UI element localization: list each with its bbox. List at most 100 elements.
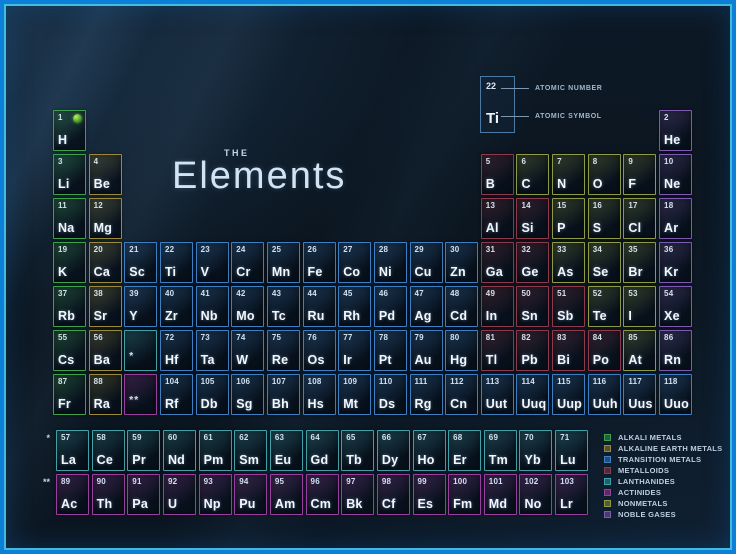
- element-symbol: Hg: [450, 353, 467, 367]
- element-cell-Sr: 38Sr: [89, 286, 122, 327]
- element-cell-Cr: 24Cr: [231, 242, 264, 283]
- atomic-number: 5: [486, 157, 491, 166]
- element-symbol: Na: [58, 221, 74, 235]
- element-cell-Ba: 56Ba: [89, 330, 122, 371]
- element-cell-Md: 101Md: [484, 474, 517, 515]
- legend-item-lanthanides: LANTHANIDES: [604, 476, 723, 487]
- hydrogen-logo-icon: [73, 114, 82, 123]
- atomic-number: 53: [628, 289, 637, 298]
- series-marker: *: [129, 351, 134, 362]
- element-symbol: Db: [201, 397, 218, 411]
- element-symbol: Cl: [628, 221, 641, 235]
- element-symbol: Pt: [379, 353, 392, 367]
- element-cell-Fe: 26Fe: [303, 242, 336, 283]
- element-symbol: Mo: [236, 309, 254, 323]
- element-cell-Rf: 104Rf: [160, 374, 193, 415]
- atomic-number: 14: [521, 201, 530, 210]
- atomic-number: 58: [97, 433, 106, 442]
- element-cell-Ru: 44Ru: [303, 286, 336, 327]
- element-symbol: As: [557, 265, 573, 279]
- element-cell-Ar: 18Ar: [659, 198, 692, 239]
- element-cell-Ag: 47 Ag: [410, 286, 443, 327]
- atomic-number: 98: [382, 477, 391, 486]
- atomic-number: 108: [308, 377, 322, 386]
- element-symbol: Ta: [201, 353, 215, 367]
- element-cell-Uuh: 116Uuh: [588, 374, 621, 415]
- atomic-number: 44: [308, 289, 317, 298]
- element-cell-Sc: 21Sc: [124, 242, 157, 283]
- element-cell-Ga: 31Ga: [481, 242, 514, 283]
- element-cell-Li: 3Li: [53, 154, 86, 195]
- atomic-number: 63: [275, 433, 284, 442]
- atomic-number: 23: [201, 245, 210, 254]
- atomic-number: 70: [524, 433, 533, 442]
- atomic-number: 78: [379, 333, 388, 342]
- element-cell-C: 6C: [516, 154, 549, 195]
- atomic-number: 7: [557, 157, 562, 166]
- atomic-number: 20: [94, 245, 103, 254]
- element-symbol: Bi: [557, 353, 570, 367]
- element-symbol: Sr: [94, 309, 108, 323]
- atomic-number: 114: [521, 377, 535, 386]
- atomic-number: 48: [450, 289, 459, 298]
- element-symbol: B: [486, 177, 495, 191]
- element-symbol: Pd: [379, 309, 395, 323]
- atomic-number: 113: [486, 377, 500, 386]
- element-cell-Br: 35Br: [623, 242, 656, 283]
- atomic-number: 102: [524, 477, 538, 486]
- element-cell-He: 2He: [659, 110, 692, 151]
- atomic-number: 77: [343, 333, 352, 342]
- element-symbol: Ir: [343, 353, 352, 367]
- element-cell-In: 49In: [481, 286, 514, 327]
- atomic-number: 27: [343, 245, 352, 254]
- element-cell-Al: 13Al: [481, 198, 514, 239]
- element-symbol: Ag: [415, 309, 432, 323]
- element-cell-Pr: 59Pr: [127, 430, 160, 471]
- element-symbol: Tl: [486, 353, 498, 367]
- element-symbol: Ho: [418, 453, 435, 467]
- element-symbol: Yb: [524, 453, 540, 467]
- element-cell-Uup: 115Uup: [552, 374, 585, 415]
- element-symbol: Rh: [343, 309, 360, 323]
- element-symbol: Se: [593, 265, 609, 279]
- element-cell-Uut: 113Uut: [481, 374, 514, 415]
- element-symbol: Li: [58, 177, 70, 191]
- atomic-number: 16: [593, 201, 602, 210]
- element-cell-La: 57La: [56, 430, 89, 471]
- element-cell-Ra: 88Ra: [89, 374, 122, 415]
- atomic-number: 11: [58, 201, 67, 210]
- atomic-number: 68: [453, 433, 462, 442]
- element-cell-Hg: 80Hg: [445, 330, 478, 371]
- atomic-number: 87: [58, 377, 67, 386]
- element-cell-Tc: 43Tc: [267, 286, 300, 327]
- element-cell-Ho: 67Ho: [413, 430, 446, 471]
- element-cell-Sg: 106Sg: [231, 374, 264, 415]
- element-symbol: Ac: [61, 497, 77, 511]
- element-symbol: Pu: [239, 497, 255, 511]
- atomic-number: 33: [557, 245, 566, 254]
- atomic-number: 40: [165, 289, 174, 298]
- atomic-number: 47: [415, 289, 424, 298]
- lanthanide-series-cell: *: [124, 330, 157, 371]
- element-symbol: K: [58, 265, 67, 279]
- element-cell-Uus: 117Uus: [623, 374, 656, 415]
- atomic-number: 46: [379, 289, 388, 298]
- element-cell-Rh: 45Rh: [338, 286, 371, 327]
- element-symbol: F: [628, 177, 636, 191]
- element-symbol: Rf: [165, 397, 179, 411]
- atomic-number: 60: [168, 433, 177, 442]
- atomic-number: 32: [521, 245, 530, 254]
- atomic-number: 85: [628, 333, 637, 342]
- element-symbol: I: [628, 309, 632, 323]
- atomic-number: 97: [346, 477, 355, 486]
- actinide-series-cell: **: [124, 374, 157, 415]
- element-cell-Pu: 94Pu: [234, 474, 267, 515]
- atomic-number: 34: [593, 245, 602, 254]
- element-symbol: Co: [343, 265, 360, 279]
- legend-label: METALLOIDS: [618, 466, 669, 475]
- element-symbol: In: [486, 309, 498, 323]
- atomic-number: 42: [236, 289, 245, 298]
- element-symbol: Nb: [201, 309, 218, 323]
- element-symbol: Ca: [94, 265, 110, 279]
- atomic-number: 30: [450, 245, 459, 254]
